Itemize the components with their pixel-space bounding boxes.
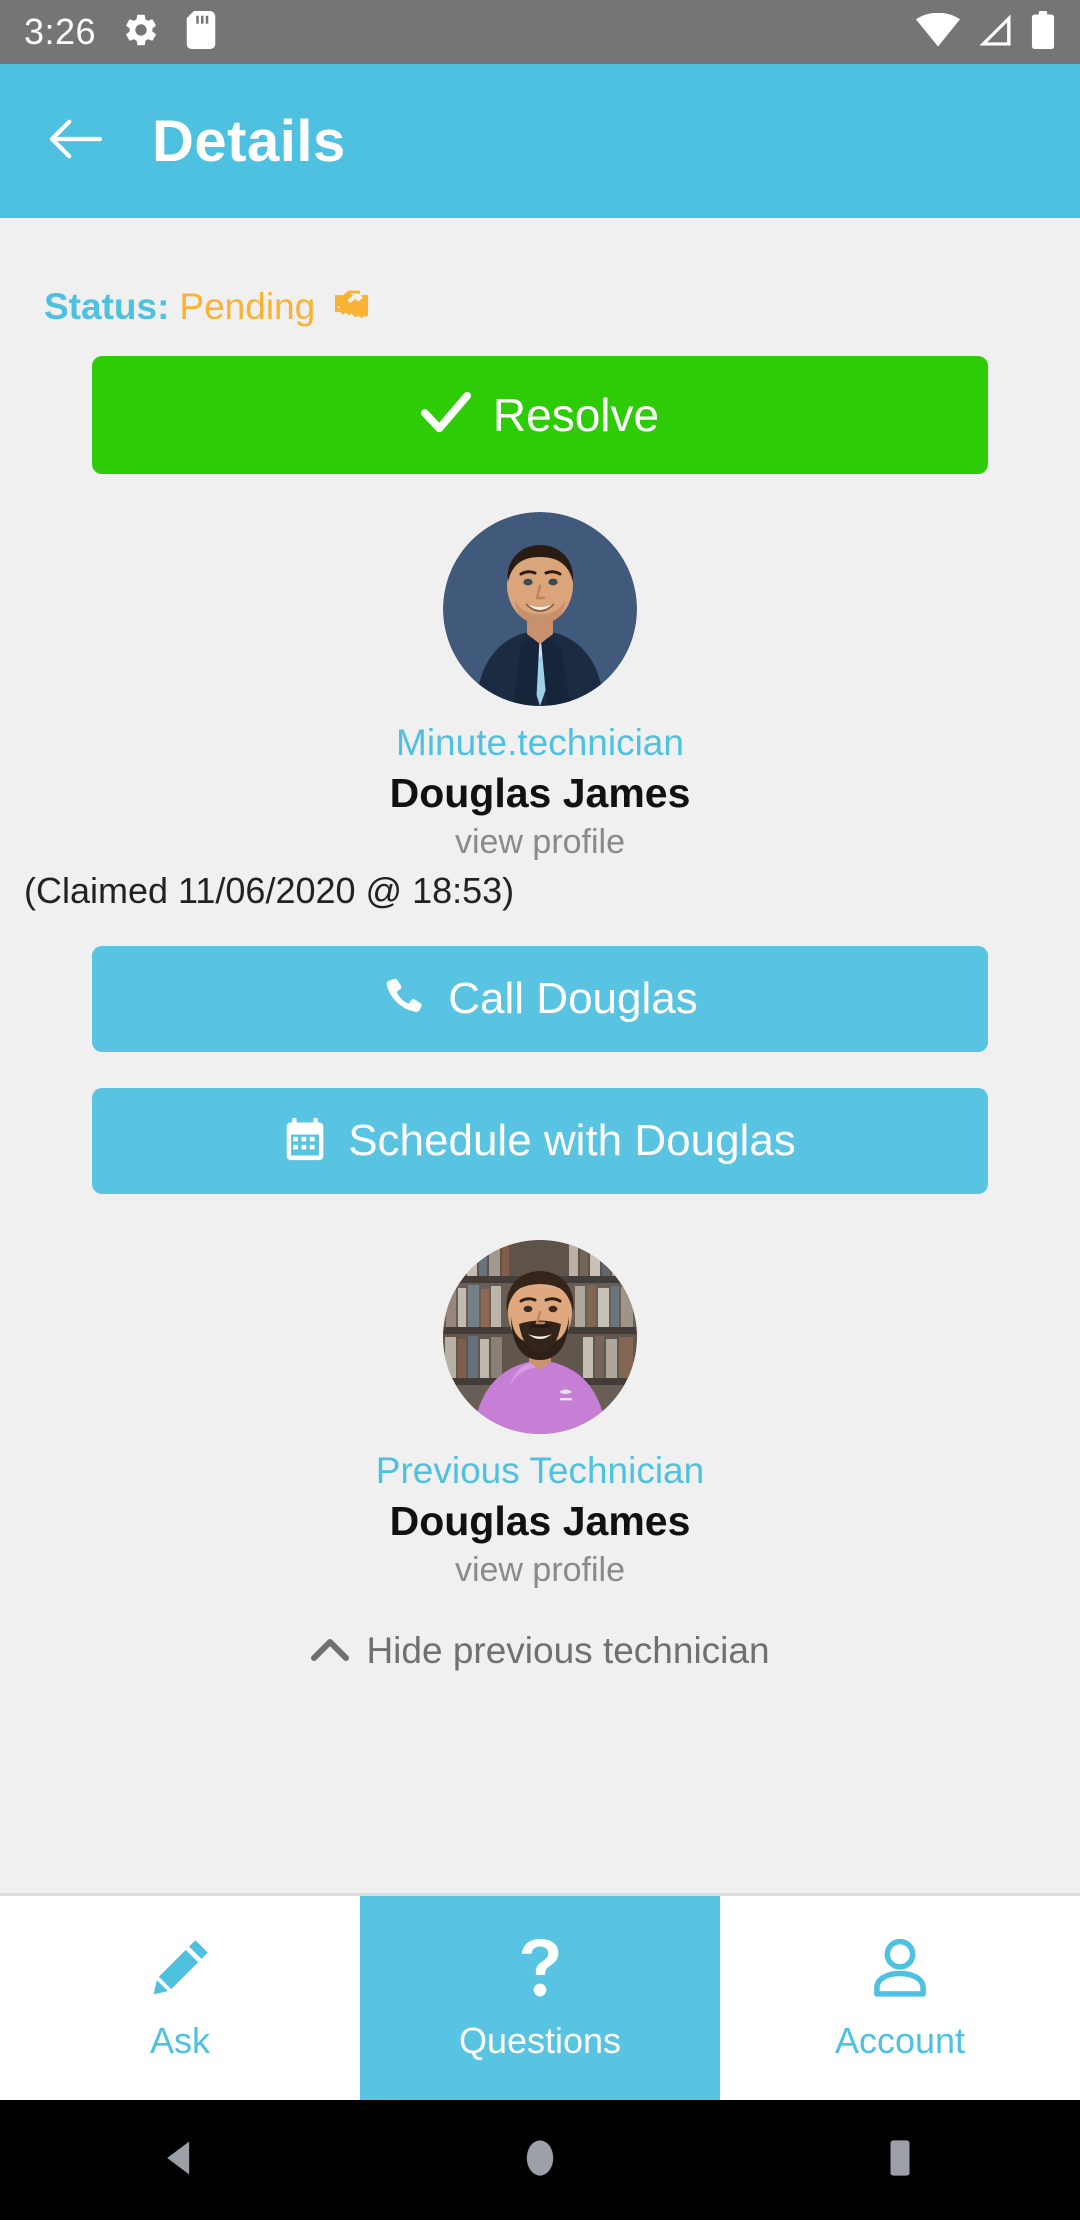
tab-ask[interactable]: Ask: [0, 1896, 360, 2100]
back-triangle-icon: [158, 2136, 202, 2185]
hide-previous-technician-toggle[interactable]: Hide previous technician: [0, 1630, 1080, 1672]
previous-technician-avatar[interactable]: [443, 1240, 637, 1434]
system-status-bar: 3:26: [0, 0, 1080, 64]
status-label: Status:: [44, 286, 170, 327]
gear-icon: [122, 11, 160, 54]
android-back-button[interactable]: [120, 2100, 240, 2220]
android-recents-button[interactable]: [840, 2100, 960, 2220]
tab-questions-label: Questions: [458, 2019, 622, 2061]
home-circle-icon: [518, 2136, 562, 2185]
claimed-timestamp: (Claimed 11/06/2020 @ 18:53): [24, 870, 515, 911]
previous-technician-role: Previous Technician: [375, 1450, 705, 1491]
call-button-label: Call Douglas: [448, 974, 698, 1023]
recents-square-icon: [878, 2136, 922, 2185]
tab-ask-label: Ask: [149, 2019, 210, 2061]
tab-questions[interactable]: Questions: [360, 1896, 720, 2100]
question-mark-icon: [507, 1935, 573, 2006]
resolve-button[interactable]: Resolve: [92, 356, 988, 474]
pencil-icon: [147, 1935, 213, 2006]
previous-technician-name: Douglas James: [389, 1498, 691, 1544]
status-bar-clock: 3:26: [24, 11, 97, 52]
call-technician-button[interactable]: Call Douglas: [92, 946, 988, 1052]
wifi-icon: [916, 12, 960, 52]
details-scroll-area[interactable]: Status: Pending Resolve Minute.technicia…: [0, 218, 1080, 1895]
previous-technician-view-profile-link[interactable]: view profile: [0, 1551, 1080, 1590]
schedule-button-label: Schedule with Douglas: [348, 1116, 796, 1165]
bottom-navigation-bar: Ask Questions Account: [0, 1896, 1080, 2100]
person-icon: [867, 1935, 933, 2006]
calendar-icon: [284, 1117, 326, 1166]
status-bar-notification-icons: [122, 10, 216, 54]
tab-account[interactable]: Account: [720, 1896, 1080, 2100]
schedule-technician-button[interactable]: Schedule with Douglas: [92, 1088, 988, 1194]
phone-icon: [382, 975, 426, 1024]
ticket-status-row: Status: Pending: [44, 286, 1080, 328]
chevron-up-icon: [310, 1636, 350, 1667]
sd-card-icon: [186, 10, 216, 54]
status-badge: Pending: [179, 286, 316, 327]
current-technician-view-profile-link[interactable]: view profile: [0, 823, 1080, 862]
current-technician-avatar[interactable]: [443, 512, 637, 706]
tab-account-label: Account: [834, 2019, 966, 2061]
check-icon: [420, 391, 471, 440]
cellular-signal-icon: [976, 13, 1014, 52]
battery-icon: [1030, 10, 1056, 54]
phone-screen: 3:26 Details Status: Pending Resolve Min…: [0, 0, 1080, 2220]
current-technician-name: Douglas James: [389, 770, 691, 816]
back-button[interactable]: [36, 102, 114, 180]
android-home-button[interactable]: [480, 2100, 600, 2220]
resolve-button-label: Resolve: [492, 389, 660, 441]
android-navigation-bar: [0, 2100, 1080, 2220]
status-bar-system-icons: [916, 10, 1056, 54]
hide-previous-technician-label: Hide previous technician: [366, 1630, 770, 1671]
page-title: Details: [152, 108, 346, 174]
handshake-icon: [333, 287, 381, 327]
app-header: Details: [0, 64, 1080, 218]
current-technician-role: Minute.technician: [396, 722, 684, 763]
arrow-left-icon: [46, 116, 104, 167]
